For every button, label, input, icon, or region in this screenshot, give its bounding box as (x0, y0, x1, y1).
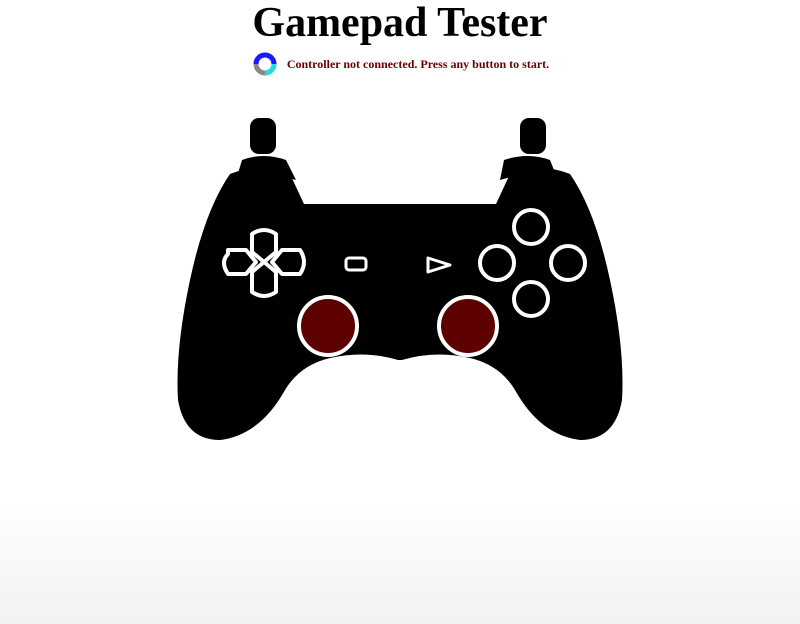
page-title: Gamepad Tester (252, 0, 548, 46)
right-analog-stick[interactable] (437, 295, 499, 357)
status-bar: Controller not connected. Press any butt… (0, 50, 800, 78)
controller-body (177, 168, 623, 440)
status-message: Controller not connected. Press any butt… (286, 56, 550, 71)
gamepad-tester-page: Gamepad Tester Controller not connected.… (0, 0, 800, 624)
left-trigger[interactable] (250, 118, 276, 154)
gamepad-controller (177, 118, 623, 440)
right-trigger[interactable] (520, 118, 546, 154)
connection-spinner-icon (251, 50, 279, 78)
left-analog-stick[interactable] (297, 295, 359, 357)
